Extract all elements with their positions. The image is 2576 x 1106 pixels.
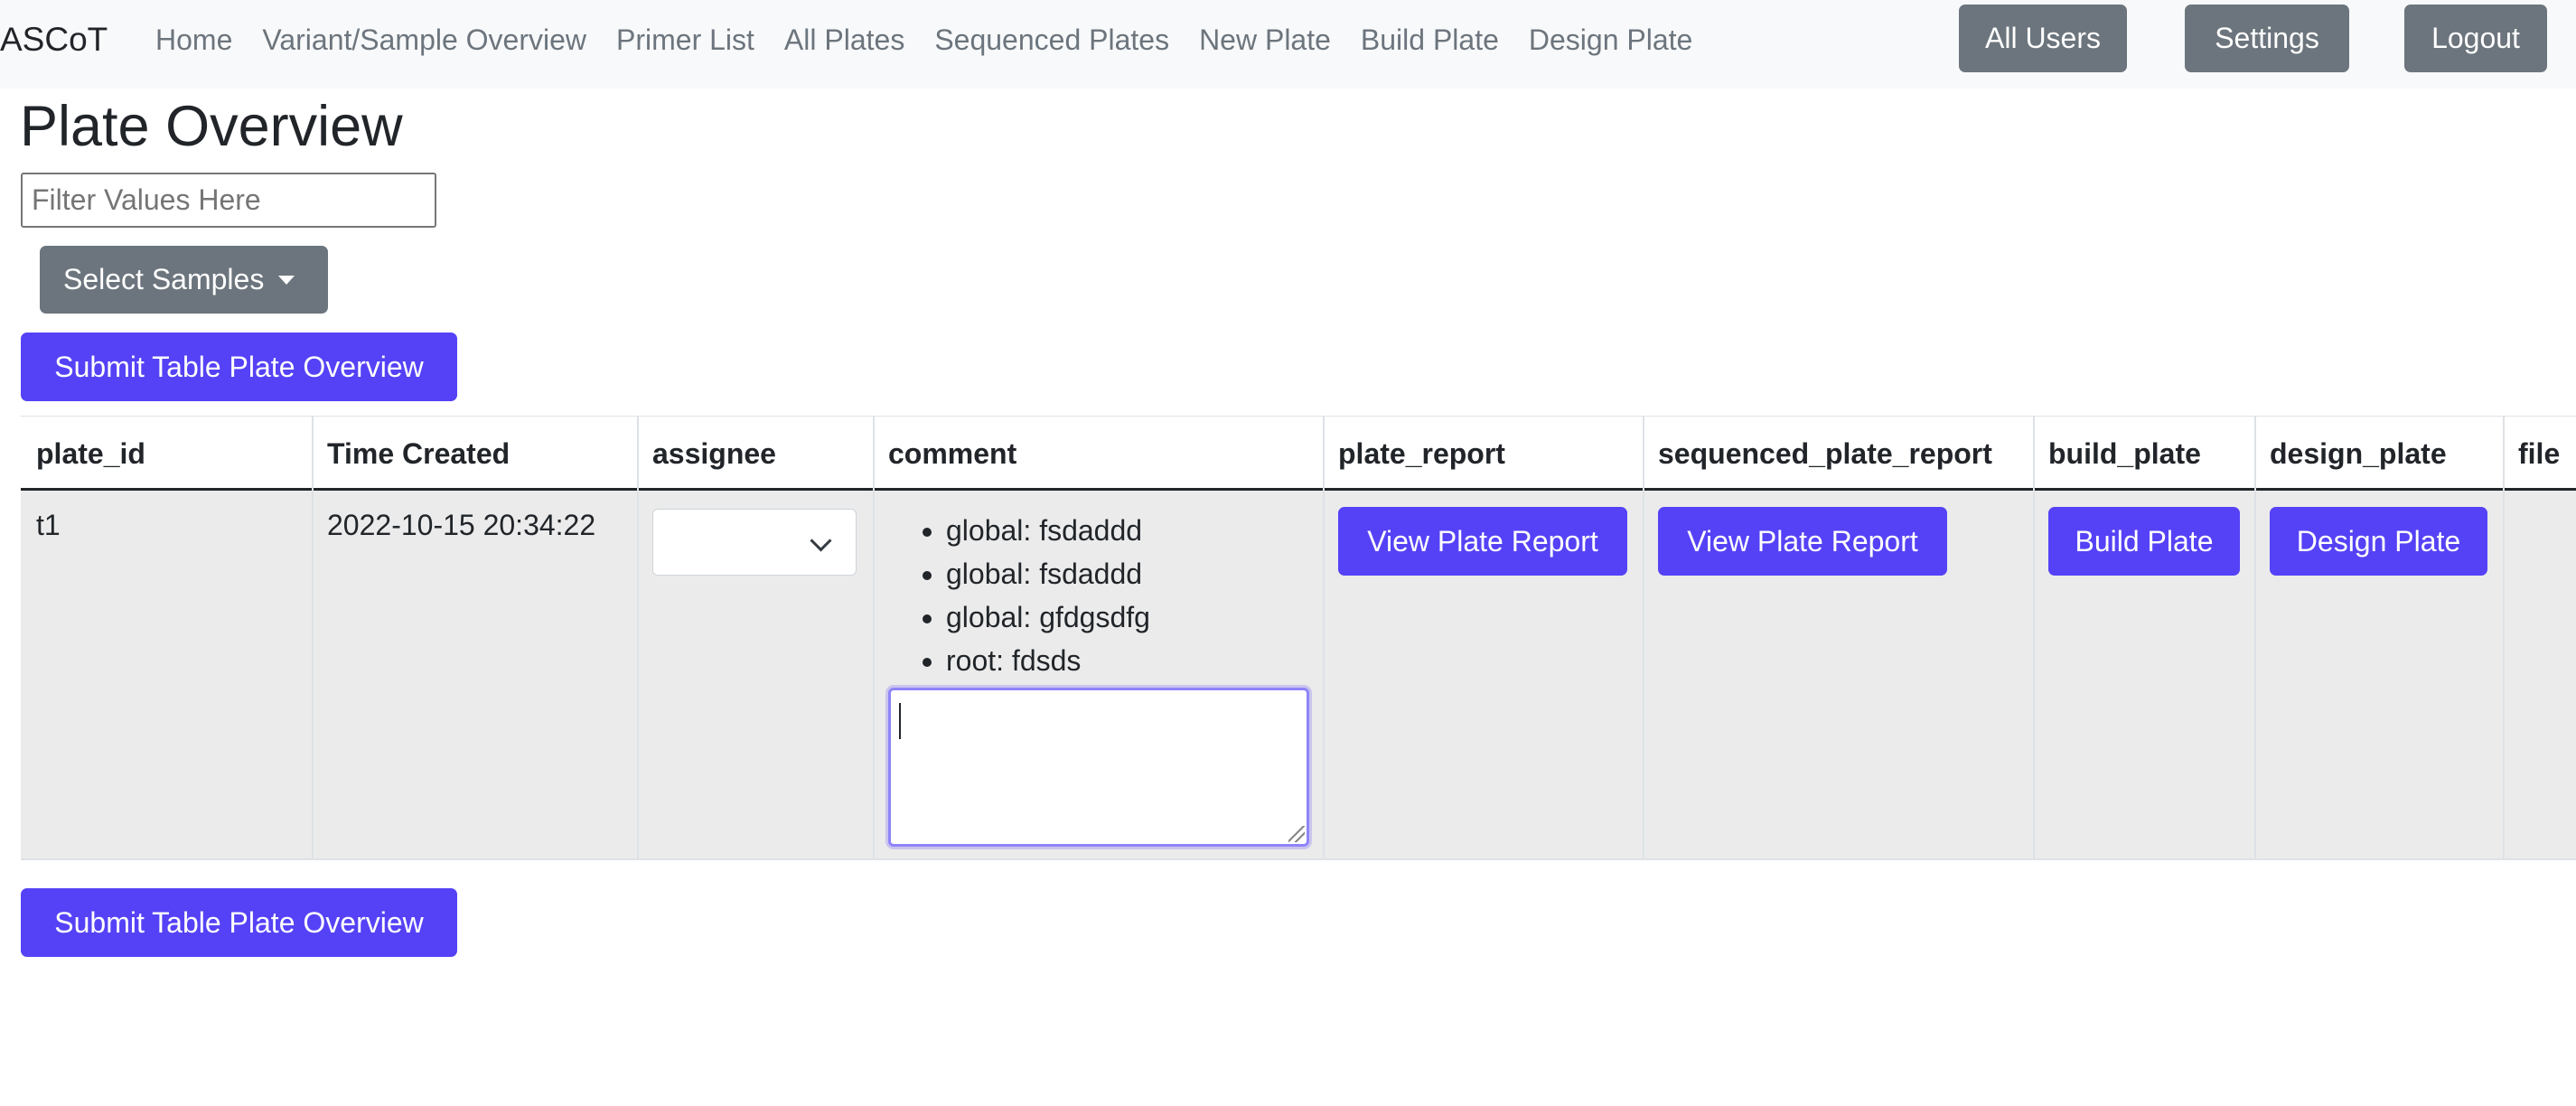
comment-item: global: gfdgsdfg (946, 595, 1150, 639)
column-divider (2503, 416, 2505, 860)
text-cursor (899, 703, 901, 739)
resize-grip-icon[interactable] (1288, 826, 1305, 842)
column-header-build-plate[interactable]: build_plate (2033, 416, 2254, 491)
nav-link-sequenced-plates[interactable]: Sequenced Plates (934, 0, 1169, 80)
column-header-assignee[interactable]: assignee (637, 416, 873, 491)
plate-overview-table: plate_id t1 Time Created 2022-10-15 20:3… (21, 416, 2576, 860)
column-header-comment[interactable]: comment (873, 416, 1323, 491)
submit-table-button-bottom[interactable]: Submit Table Plate Overview (21, 888, 457, 957)
table-cell (312, 491, 637, 860)
column-design-plate: design_plate Design Plate (2254, 416, 2503, 860)
column-divider (1323, 416, 1325, 860)
column-divider (312, 416, 314, 860)
chevron-down-icon (810, 530, 832, 552)
plate-id-value: t1 (36, 509, 61, 541)
new-comment-textarea[interactable] (888, 688, 1309, 847)
page-title: Plate Overview (20, 95, 403, 158)
comment-item: root: fdsds (946, 639, 1150, 682)
brand-logo[interactable]: ASCoT (0, 0, 108, 80)
caret-down-icon (278, 275, 295, 285)
nav-link-build-plate[interactable]: Build Plate (1361, 0, 1499, 80)
submit-table-button-top[interactable]: Submit Table Plate Overview (21, 333, 457, 401)
column-comment: comment global: fsdaddd global: fsdaddd … (873, 416, 1323, 860)
nav-link-design-plate[interactable]: Design Plate (1529, 0, 1692, 80)
design-plate-button[interactable]: Design Plate (2270, 507, 2487, 576)
filter-input[interactable] (21, 173, 436, 228)
select-samples-dropdown[interactable]: Select Samples (40, 246, 328, 314)
column-build-plate: build_plate Build Plate (2033, 416, 2254, 860)
table-cell (21, 491, 312, 860)
select-samples-label: Select Samples (63, 263, 265, 295)
logout-button[interactable]: Logout (2404, 5, 2547, 72)
comment-list: global: fsdaddd global: fsdaddd global: … (888, 509, 1150, 682)
nav-link-new-plate[interactable]: New Plate (1199, 0, 1331, 80)
comment-item: global: fsdaddd (946, 552, 1150, 595)
column-divider (2033, 416, 2035, 860)
column-sequenced-plate-report: sequenced_plate_report View Plate Report (1643, 416, 2033, 860)
all-users-button[interactable]: All Users (1959, 5, 2127, 72)
nav-link-all-plates[interactable]: All Plates (784, 0, 904, 80)
column-header-sequenced-plate-report[interactable]: sequenced_plate_report (1643, 416, 2033, 491)
nav-link-home[interactable]: Home (155, 0, 232, 80)
column-divider (2254, 416, 2256, 860)
comment-item: global: fsdaddd (946, 509, 1150, 552)
column-assignee: assignee (637, 416, 873, 860)
nav-link-primer-list[interactable]: Primer List (616, 0, 754, 80)
table-cell (2503, 491, 2576, 860)
assignee-select[interactable] (652, 509, 857, 576)
column-plate-report: plate_report View Plate Report (1323, 416, 1643, 860)
column-divider (637, 416, 639, 860)
column-divider (873, 416, 875, 860)
view-sequenced-plate-report-button[interactable]: View Plate Report (1658, 507, 1947, 576)
column-plate-id: plate_id t1 (21, 416, 312, 860)
nav-link-variant-sample-overview[interactable]: Variant/Sample Overview (262, 0, 586, 80)
column-header-plate-report[interactable]: plate_report (1323, 416, 1643, 491)
settings-button[interactable]: Settings (2185, 5, 2349, 72)
nav-links: Home Variant/Sample Overview Primer List… (155, 0, 1692, 80)
column-file: file (2503, 416, 2576, 860)
column-header-file[interactable]: file (2503, 416, 2576, 491)
column-divider (1643, 416, 1644, 860)
time-created-value: 2022-10-15 20:34:22 (327, 509, 596, 541)
column-time-created: Time Created 2022-10-15 20:34:22 (312, 416, 637, 860)
build-plate-button[interactable]: Build Plate (2048, 507, 2240, 576)
column-header-plate-id[interactable]: plate_id (21, 416, 312, 491)
navbar: ASCoT Home Variant/Sample Overview Prime… (0, 0, 2576, 89)
column-header-design-plate[interactable]: design_plate (2254, 416, 2503, 491)
column-header-time-created[interactable]: Time Created (312, 416, 637, 491)
view-plate-report-button[interactable]: View Plate Report (1338, 507, 1627, 576)
